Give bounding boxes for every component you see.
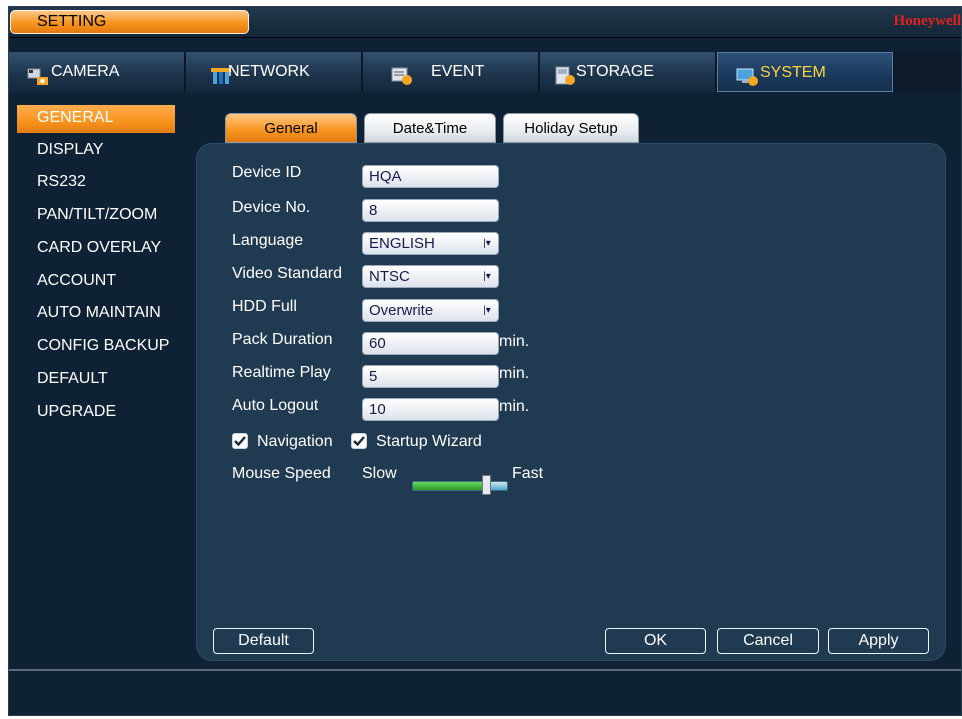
pack-duration-input[interactable]: 60 bbox=[362, 332, 499, 355]
title-bar: SETTING Honeywell bbox=[9, 7, 962, 38]
realtime-play-unit: min. bbox=[499, 365, 530, 382]
tab-holiday-setup[interactable]: Holiday Setup bbox=[503, 113, 639, 143]
status-bar-divider bbox=[9, 669, 961, 671]
main-tab-bar: CAMERA NETWORK EVENT STORAGE SYSTEM bbox=[9, 52, 961, 92]
sidebar-item-general[interactable]: GENERAL bbox=[17, 105, 175, 133]
dropdown-arrow-icon: |▾ bbox=[483, 271, 491, 282]
auto-logout-input[interactable]: 10 bbox=[362, 398, 499, 421]
tab-general[interactable]: General bbox=[225, 113, 357, 143]
navigation-checkbox[interactable] bbox=[232, 433, 248, 449]
apply-button[interactable]: Apply bbox=[828, 628, 929, 654]
language-select[interactable]: ENGLISH |▾ bbox=[362, 232, 499, 255]
tab-camera[interactable]: CAMERA bbox=[9, 52, 185, 92]
sidebar-item-default[interactable]: DEFAULT bbox=[17, 366, 175, 394]
mouse-speed-slow-label: Slow bbox=[362, 465, 397, 482]
language-value: ENGLISH bbox=[369, 235, 435, 252]
event-icon bbox=[391, 62, 413, 85]
mouse-speed-fast-label: Fast bbox=[512, 465, 544, 482]
sidebar-item-upgrade[interactable]: UPGRADE bbox=[17, 399, 175, 427]
video-standard-label: Video Standard bbox=[232, 265, 343, 282]
brand-logo: Honeywell bbox=[893, 13, 962, 29]
auto-logout-label: Auto Logout bbox=[232, 397, 319, 414]
startup-wizard-label: Startup Wizard bbox=[376, 433, 482, 450]
auto-logout-unit: min. bbox=[499, 398, 530, 415]
hdd-full-label: HDD Full bbox=[232, 298, 297, 315]
pack-duration-label: Pack Duration bbox=[232, 331, 333, 348]
sidebar-item-card-overlay[interactable]: CARD OVERLAY bbox=[17, 235, 175, 263]
dropdown-arrow-icon: |▾ bbox=[483, 305, 491, 316]
tab-date-time[interactable]: Date&Time bbox=[364, 113, 496, 143]
window-title: SETTING bbox=[10, 10, 249, 34]
language-label: Language bbox=[232, 232, 304, 249]
tab-network[interactable]: NETWORK bbox=[186, 52, 362, 92]
storage-icon bbox=[554, 62, 576, 85]
sidebar-item-pan-tilt-zoom[interactable]: PAN/TILT/ZOOM bbox=[17, 202, 175, 230]
tab-event[interactable]: EVENT bbox=[363, 52, 539, 92]
default-button[interactable]: Default bbox=[213, 628, 314, 654]
realtime-play-input[interactable]: 5 bbox=[362, 365, 499, 388]
device-no-input[interactable]: 8 bbox=[362, 199, 499, 222]
sidebar-item-config-backup[interactable]: CONFIG BACKUP bbox=[17, 333, 175, 361]
startup-wizard-checkbox[interactable] bbox=[351, 433, 367, 449]
sidebar-item-account[interactable]: ACCOUNT bbox=[17, 268, 175, 296]
sidebar-item-auto-maintain[interactable]: AUTO MAINTAIN bbox=[17, 300, 175, 328]
mouse-speed-slider-fill bbox=[413, 482, 487, 490]
sidebar-item-display[interactable]: DISPLAY bbox=[17, 137, 175, 165]
checkmark-icon bbox=[234, 436, 246, 447]
device-no-label: Device No. bbox=[232, 199, 311, 216]
hdd-full-value: Overwrite bbox=[369, 302, 434, 319]
sidebar-item-rs232[interactable]: RS232 bbox=[17, 169, 175, 197]
device-id-label: Device ID bbox=[232, 164, 302, 181]
mouse-speed-label: Mouse Speed bbox=[232, 465, 331, 482]
hdd-full-select[interactable]: Overwrite |▾ bbox=[362, 299, 499, 322]
video-standard-select[interactable]: NTSC |▾ bbox=[362, 265, 499, 288]
ok-button[interactable]: OK bbox=[605, 628, 706, 654]
realtime-play-label: Realtime Play bbox=[232, 364, 331, 381]
tab-system[interactable]: SYSTEM bbox=[717, 52, 893, 92]
settings-window: SETTING Honeywell CAMERA NETWORK EVENT S… bbox=[8, 6, 962, 716]
system-icon bbox=[736, 63, 758, 86]
tab-storage[interactable]: STORAGE bbox=[540, 52, 716, 92]
mouse-speed-slider[interactable] bbox=[412, 481, 508, 491]
sidebar: GENERAL DISPLAY RS232 PAN/TILT/ZOOM CARD… bbox=[9, 95, 185, 675]
dropdown-arrow-icon: |▾ bbox=[483, 238, 491, 249]
pack-duration-unit: min. bbox=[499, 333, 530, 350]
navigation-label: Navigation bbox=[257, 433, 333, 450]
checkmark-icon bbox=[353, 436, 365, 447]
camera-icon bbox=[27, 62, 49, 85]
mouse-speed-slider-thumb[interactable] bbox=[482, 475, 491, 495]
cancel-button[interactable]: Cancel bbox=[717, 628, 819, 654]
device-id-input[interactable]: HQA bbox=[362, 165, 499, 188]
video-standard-value: NTSC bbox=[369, 268, 410, 285]
